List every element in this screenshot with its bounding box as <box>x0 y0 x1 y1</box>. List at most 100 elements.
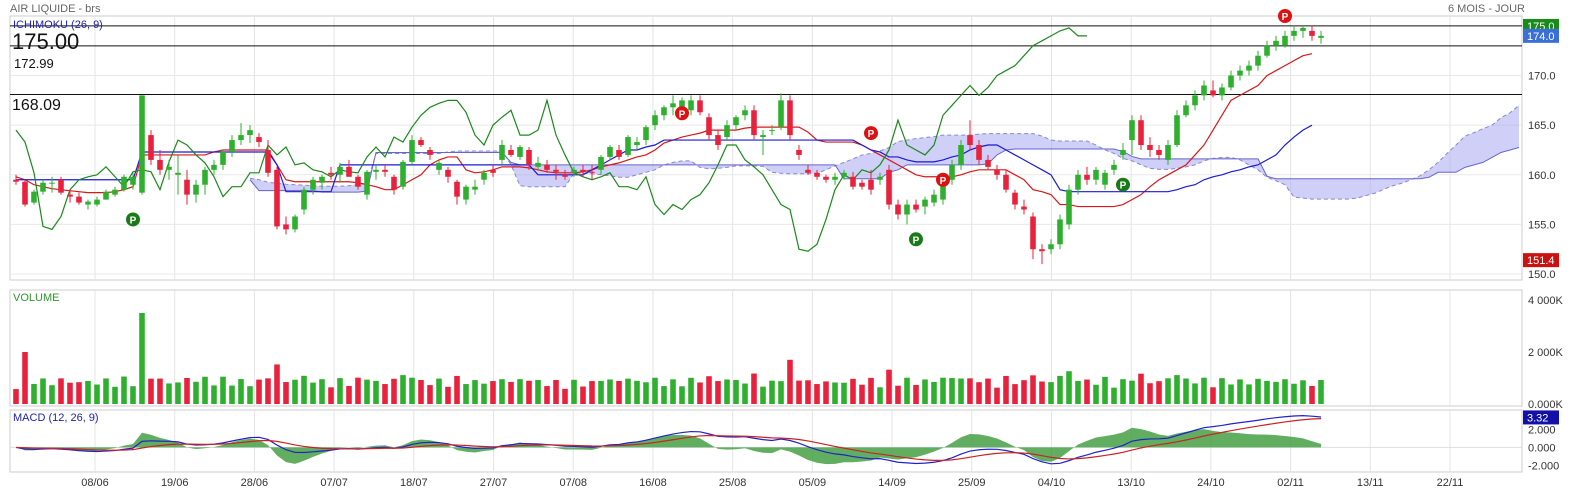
volume-bar <box>436 378 442 404</box>
macd-tick-label: 0.000 <box>1528 442 1556 454</box>
volume-bar <box>805 380 811 404</box>
volume-bar <box>787 359 793 404</box>
volume-bar <box>1174 375 1180 404</box>
candle-body <box>877 176 883 180</box>
volume-bar <box>940 377 946 404</box>
volume-bar <box>490 381 496 404</box>
candle-body <box>886 169 892 205</box>
volume-bar <box>337 378 343 404</box>
candle-body <box>283 224 289 230</box>
x-tick-label: 13/11 <box>1357 477 1384 489</box>
candle-body <box>859 182 865 187</box>
x-tick-label: 18/07 <box>400 477 428 489</box>
candle-body <box>1057 219 1063 245</box>
candle-body <box>1003 174 1009 190</box>
candle-body <box>1282 35 1288 46</box>
volume-bar <box>1210 387 1216 404</box>
volume-bar <box>85 380 91 404</box>
candle-body <box>733 117 739 126</box>
candle-body <box>148 135 154 160</box>
candle-body <box>319 176 325 183</box>
candle-body <box>31 191 37 203</box>
x-tick-label: 25/09 <box>958 477 986 489</box>
candle-body <box>616 149 622 157</box>
level-172-label: 172.99 <box>14 56 54 71</box>
candle-body <box>1138 120 1144 146</box>
price-badge-label: 151.4 <box>1527 255 1555 267</box>
candle-body <box>193 184 199 195</box>
candle-body <box>463 186 469 200</box>
volume-bar <box>409 377 415 404</box>
candle-body <box>850 176 856 187</box>
volume-bar <box>175 382 181 404</box>
candle-body <box>1165 145 1171 160</box>
candle-body <box>436 162 442 170</box>
x-tick-label: 25/08 <box>719 477 747 489</box>
x-tick-label: 04/10 <box>1038 477 1066 489</box>
volume-bar <box>1075 380 1081 404</box>
volume-bar <box>751 373 757 404</box>
volume-bar <box>769 380 775 404</box>
volume-bar <box>247 386 253 404</box>
candle-body <box>805 169 811 173</box>
candle-body <box>274 169 280 227</box>
candle-body <box>841 172 847 177</box>
volume-bar <box>949 378 955 404</box>
price-badge-label: 174.0 <box>1527 31 1555 43</box>
volume-bar <box>1156 381 1162 404</box>
volume-bar <box>976 382 982 404</box>
volume-bar <box>895 385 901 404</box>
candle-body <box>922 199 928 207</box>
candle-body <box>13 179 19 182</box>
volume-bar <box>265 378 271 404</box>
volume-bar <box>472 380 478 404</box>
x-tick-label: 24/10 <box>1197 477 1225 489</box>
volume-bar <box>13 389 19 404</box>
volume-bar <box>841 382 847 404</box>
candle-body <box>931 194 937 203</box>
x-tick-label: 08/06 <box>81 477 109 489</box>
volume-bar <box>1111 387 1117 404</box>
volume-bar <box>1183 378 1189 404</box>
volume-bar <box>760 386 766 404</box>
candle-body <box>202 169 208 185</box>
candle-body <box>823 176 829 180</box>
candle-body <box>1273 40 1279 46</box>
volume-bar <box>67 382 73 404</box>
candle-body <box>472 186 478 190</box>
volume-bar <box>274 364 280 404</box>
candle-body <box>760 135 766 138</box>
volume-bar <box>148 378 154 404</box>
volume-bar <box>463 384 469 404</box>
candle-body <box>715 135 721 146</box>
candle-body <box>1156 149 1162 155</box>
x-tick-label: 14/09 <box>878 477 906 489</box>
volume-bar <box>1093 384 1099 404</box>
signal-p-letter: P <box>913 235 920 246</box>
volume-tick-label: 2 000K <box>1528 347 1564 359</box>
volume-bar <box>229 385 235 404</box>
candle-body <box>103 191 109 200</box>
candle-body <box>598 156 604 170</box>
volume-bar <box>553 380 559 404</box>
candle-body <box>1129 120 1135 141</box>
candle-body <box>373 169 379 172</box>
candle-body <box>976 145 982 160</box>
candle-body <box>175 172 181 175</box>
volume-bar <box>1291 383 1297 404</box>
volume-bar <box>1120 379 1126 404</box>
candle-body <box>184 179 190 195</box>
volume-bar <box>607 379 613 404</box>
volume-bar <box>1246 384 1252 404</box>
candle-body <box>1264 45 1270 56</box>
volume-bar <box>715 381 721 404</box>
volume-bar <box>562 388 568 404</box>
signal-p-letter: P <box>940 176 947 187</box>
candle-body <box>994 169 1000 175</box>
x-tick-label: 05/09 <box>799 477 827 489</box>
volume-bar <box>238 379 244 404</box>
candle-body <box>301 189 307 210</box>
volume-bar <box>157 378 163 404</box>
volume-bar <box>679 386 685 404</box>
macd-tick-label: 2.000 <box>1528 424 1556 436</box>
